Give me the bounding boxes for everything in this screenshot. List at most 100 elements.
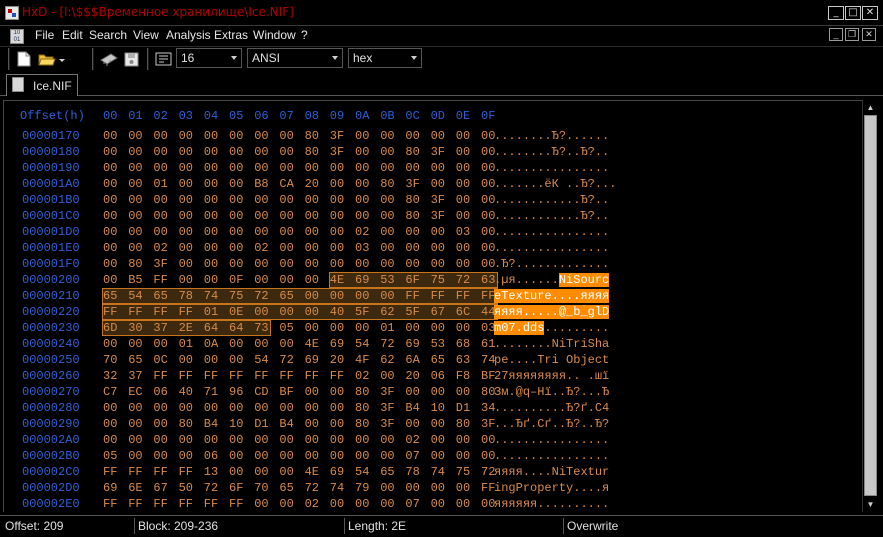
hex-byte[interactable]: 00: [305, 192, 325, 208]
hex-byte[interactable]: 3F: [405, 176, 425, 192]
hex-byte[interactable]: 00: [128, 240, 148, 256]
hex-byte[interactable]: 00: [456, 128, 476, 144]
text-column[interactable]: ................: [494, 432, 609, 448]
hex-byte[interactable]: 00: [330, 416, 350, 432]
hex-byte[interactable]: 6D: [103, 320, 123, 336]
text-column[interactable]: ........Ђ?......: [494, 128, 609, 144]
hex-byte[interactable]: 3F: [330, 144, 350, 160]
charset-select[interactable]: ANSI: [247, 48, 343, 68]
hex-byte[interactable]: 65: [128, 352, 148, 368]
hex-byte[interactable]: 00: [456, 192, 476, 208]
hex-byte[interactable]: FF: [128, 304, 148, 320]
hex-byte[interactable]: 00: [355, 256, 375, 272]
hex-byte[interactable]: 00: [330, 240, 350, 256]
hex-byte[interactable]: 96: [229, 384, 249, 400]
hex-byte[interactable]: 00: [204, 272, 224, 288]
hex-byte[interactable]: 00: [204, 224, 224, 240]
hex-byte[interactable]: 3F: [330, 128, 350, 144]
text-column[interactable]: .Ђ?.............: [494, 256, 609, 272]
hex-byte[interactable]: 6F: [229, 480, 249, 496]
hex-byte[interactable]: 80: [405, 208, 425, 224]
hex-byte[interactable]: 80: [405, 192, 425, 208]
hex-byte[interactable]: 00: [431, 160, 451, 176]
hex-byte[interactable]: 00: [380, 288, 400, 304]
hex-byte[interactable]: 00: [405, 128, 425, 144]
hex-byte[interactable]: 00: [380, 128, 400, 144]
hex-byte[interactable]: 00: [456, 256, 476, 272]
hex-byte[interactable]: 00: [128, 176, 148, 192]
hex-byte[interactable]: 69: [355, 272, 375, 288]
text-column[interactable]: .......ёК ..Ђ?...: [494, 176, 616, 192]
hex-byte[interactable]: 00: [279, 448, 299, 464]
hex-byte[interactable]: CA: [279, 176, 299, 192]
hex-byte[interactable]: 03: [355, 240, 375, 256]
hex-byte[interactable]: 00: [153, 416, 173, 432]
text-column[interactable]: ............Ђ?..: [494, 208, 609, 224]
hex-byte[interactable]: FF: [229, 496, 249, 512]
hex-byte[interactable]: 02: [355, 368, 375, 384]
hex-byte[interactable]: 80: [355, 384, 375, 400]
bytes-per-row-select[interactable]: 16: [176, 48, 242, 68]
hex-byte[interactable]: 00: [204, 160, 224, 176]
hex-byte[interactable]: 00: [405, 224, 425, 240]
hex-byte[interactable]: 37: [153, 320, 173, 336]
hex-byte[interactable]: 00: [330, 448, 350, 464]
hex-byte[interactable]: 00: [431, 240, 451, 256]
hex-byte[interactable]: 00: [431, 432, 451, 448]
hex-byte[interactable]: 53: [431, 336, 451, 352]
hex-byte[interactable]: 75: [456, 464, 476, 480]
hex-byte[interactable]: 00: [305, 384, 325, 400]
hex-byte[interactable]: 10: [431, 400, 451, 416]
hex-byte[interactable]: 00: [128, 336, 148, 352]
hex-byte[interactable]: 3F: [431, 192, 451, 208]
document-icon[interactable]: 10 01: [10, 29, 24, 44]
hex-byte[interactable]: 00: [330, 400, 350, 416]
hex-byte[interactable]: 00: [355, 176, 375, 192]
hex-byte[interactable]: 00: [153, 160, 173, 176]
hex-byte[interactable]: FF: [229, 368, 249, 384]
menu-window[interactable]: Window: [253, 28, 296, 42]
hex-byte[interactable]: 00: [330, 432, 350, 448]
offset-base-select[interactable]: hex: [348, 48, 422, 68]
hex-byte[interactable]: 00: [128, 144, 148, 160]
hex-byte[interactable]: 00: [330, 176, 350, 192]
hex-byte[interactable]: 00: [229, 352, 249, 368]
hex-byte[interactable]: 00: [179, 272, 199, 288]
hex-byte[interactable]: 00: [330, 496, 350, 512]
hex-byte[interactable]: 05: [103, 448, 123, 464]
hex-byte[interactable]: 00: [305, 272, 325, 288]
hex-byte[interactable]: 00: [456, 176, 476, 192]
hex-byte[interactable]: 00: [204, 400, 224, 416]
hex-byte[interactable]: 00: [254, 128, 274, 144]
hex-byte[interactable]: 00: [229, 192, 249, 208]
hex-byte[interactable]: 00: [204, 208, 224, 224]
hex-byte[interactable]: 00: [229, 160, 249, 176]
hex-byte[interactable]: 06: [431, 368, 451, 384]
hex-byte[interactable]: 00: [330, 160, 350, 176]
hex-byte[interactable]: 3F: [431, 144, 451, 160]
hex-byte[interactable]: 00: [204, 352, 224, 368]
hex-byte[interactable]: 00: [103, 336, 123, 352]
hex-byte[interactable]: 00: [103, 432, 123, 448]
hex-byte[interactable]: 00: [179, 208, 199, 224]
hex-byte[interactable]: 74: [431, 464, 451, 480]
hex-byte[interactable]: 00: [380, 208, 400, 224]
hex-byte[interactable]: 01: [204, 304, 224, 320]
hex-byte[interactable]: 00: [153, 128, 173, 144]
hex-byte[interactable]: 40: [179, 384, 199, 400]
hex-byte[interactable]: BF: [279, 384, 299, 400]
hex-byte[interactable]: 00: [229, 208, 249, 224]
hex-byte[interactable]: 02: [254, 240, 274, 256]
hex-byte[interactable]: 00: [254, 208, 274, 224]
hex-byte[interactable]: 74: [330, 480, 350, 496]
hex-byte[interactable]: FF: [103, 496, 123, 512]
hex-byte[interactable]: 00: [279, 208, 299, 224]
hex-byte[interactable]: 68: [456, 336, 476, 352]
hex-byte[interactable]: 63: [456, 352, 476, 368]
hex-byte[interactable]: 00: [204, 128, 224, 144]
open-disk-button[interactable]: [122, 50, 142, 68]
hex-byte[interactable]: 00: [229, 448, 249, 464]
hex-byte[interactable]: 20: [305, 176, 325, 192]
hex-byte[interactable]: 06: [204, 448, 224, 464]
hex-byte[interactable]: 00: [254, 256, 274, 272]
